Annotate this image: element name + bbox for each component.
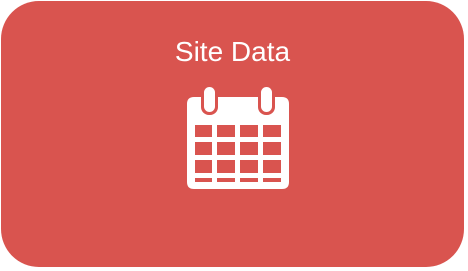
site-data-tile[interactable]: Site Data	[1, 1, 464, 267]
calendar-icon	[187, 85, 289, 189]
tile-title: Site Data	[174, 36, 291, 67]
